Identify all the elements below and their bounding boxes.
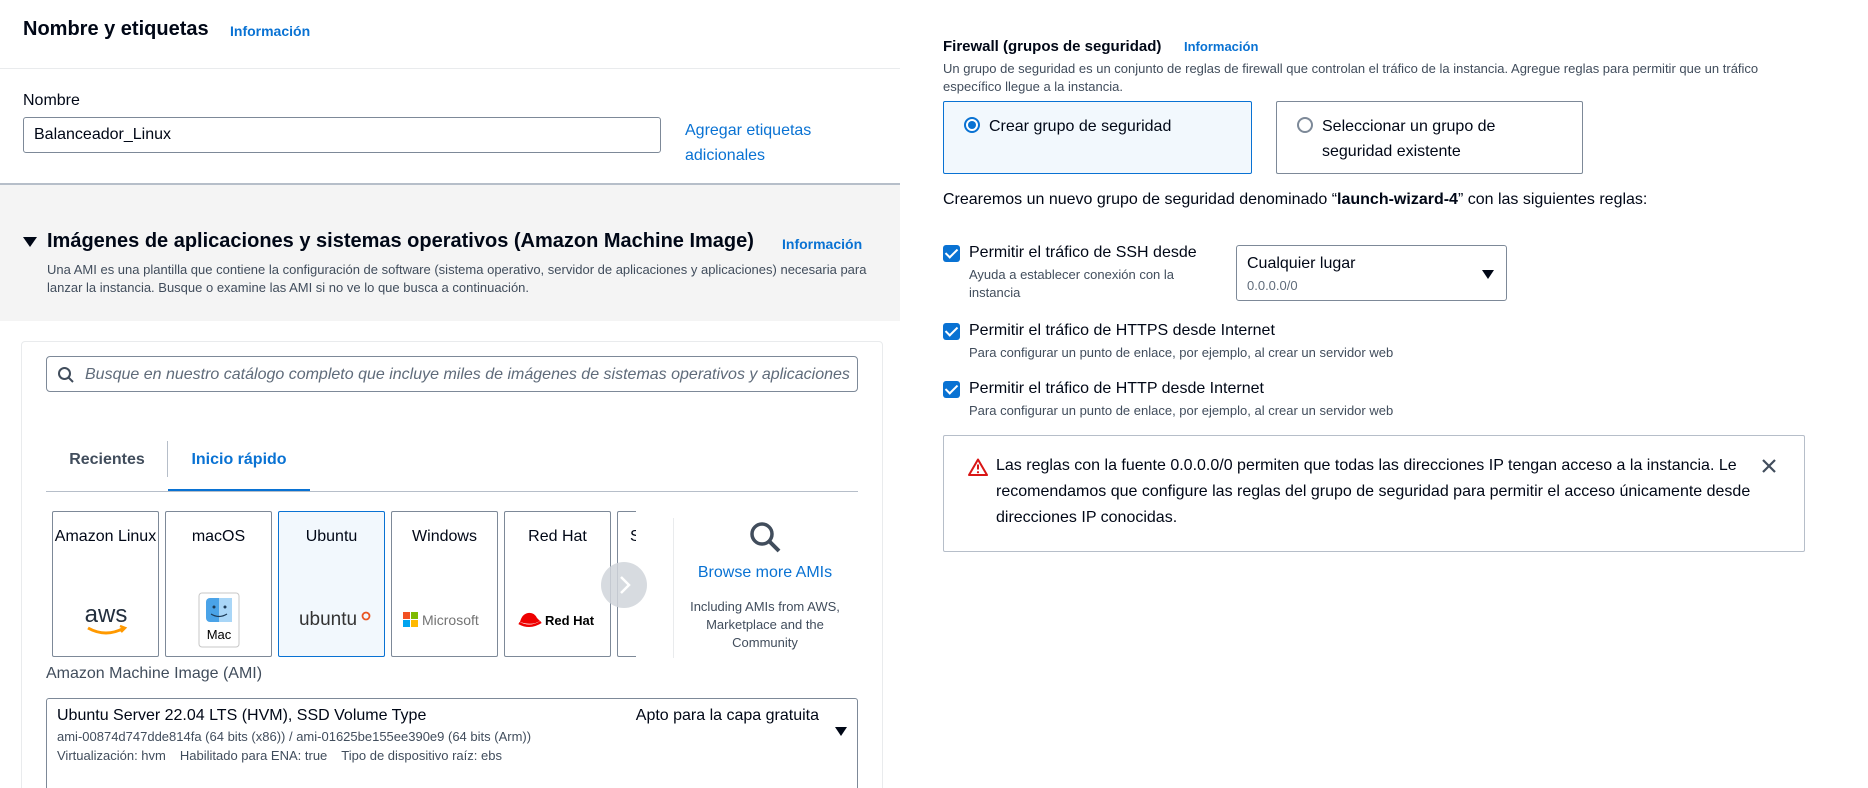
radio-unselected-icon xyxy=(1297,117,1313,133)
close-icon[interactable] xyxy=(1760,457,1778,475)
name-input[interactable] xyxy=(23,117,661,153)
firewall-info-link[interactable]: Información xyxy=(1184,39,1258,54)
ami-tile-amazon-linux[interactable]: Amazon Linux aws xyxy=(52,511,159,657)
ssh-rule-help: Ayuda a establecer conexión con la insta… xyxy=(969,267,1175,300)
https-rule-help: Para configurar un punto de enlace, por … xyxy=(969,345,1394,360)
ami-tile-label: Red Hat xyxy=(528,528,587,545)
ami-tile-label: Windows xyxy=(412,528,477,545)
radio-selected-icon xyxy=(964,117,980,133)
ami-info-link[interactable]: Información xyxy=(782,236,862,252)
ami-tile-windows[interactable]: Windows Microsoft xyxy=(391,511,498,657)
ami-section-title: Imágenes de aplicaciones y sistemas oper… xyxy=(47,230,754,252)
microsoft-logo: Microsoft xyxy=(392,590,497,650)
create-group-message: Crearemos un nuevo grupo de seguridad de… xyxy=(943,191,1648,208)
search-placeholder: Busque en nuestro catálogo completo que … xyxy=(85,366,850,383)
ami-tile-macos[interactable]: macOS Mac xyxy=(165,511,272,657)
ssh-source-value: Cualquier lugar xyxy=(1247,255,1356,272)
microsoft-logo-text: Microsoft xyxy=(422,612,479,628)
free-tier-label: Apto para la capa gratuita xyxy=(635,707,819,724)
ami-metadata: Virtualización: hvm Habilitado para ENA: … xyxy=(57,748,502,763)
ami-root-device: Tipo de dispositivo raíz: ebs xyxy=(341,748,502,763)
ubuntu-logo: ubuntu xyxy=(279,590,384,650)
firewall-description: Un grupo de seguridad es un conjunto de … xyxy=(943,61,1759,94)
ami-name: Ubuntu Server 22.04 LTS (HVM), SSD Volum… xyxy=(57,707,427,724)
ssh-source-cidr: 0.0.0.0/0 xyxy=(1247,278,1298,293)
redhat-logo-text: Red Hat xyxy=(545,613,595,628)
tiles-next-button[interactable] xyxy=(601,562,647,608)
search-icon xyxy=(58,367,74,383)
ssh-checkbox[interactable] xyxy=(943,245,960,262)
aws-logo: aws xyxy=(53,590,158,650)
ami-tile-ubuntu[interactable]: Ubuntu ubuntu xyxy=(278,511,385,657)
ami-tile-label: Ubuntu xyxy=(305,528,358,545)
right-panel: Firewall (grupos de seguridad) Informaci… xyxy=(900,0,1868,788)
mac-finder-icon: Mac xyxy=(166,590,271,650)
ssh-source-select[interactable]: Cualquier lugar 0.0.0.0/0 xyxy=(1236,245,1507,301)
collapse-caret-icon[interactable] xyxy=(23,237,37,247)
ssh-rule-label: Permitir el tráfico de SSH desde xyxy=(969,244,1197,261)
browse-more-description: Including AMIs from AWS, Marketplace and… xyxy=(690,599,840,650)
security-warning-alert: Las reglas con la fuente 0.0.0.0/0 permi… xyxy=(943,435,1805,552)
redhat-logo: Red Hat xyxy=(505,590,610,650)
ami-ids: ami-00874d747dde814fa (64 bits (x86)) / … xyxy=(57,729,532,744)
radio-existing-label: Seleccionar un grupo de seguridad existe… xyxy=(1322,118,1496,160)
ami-select[interactable]: Ubuntu Server 22.04 LTS (HVM), SSD Volum… xyxy=(46,698,858,788)
mac-logo-text: Mac xyxy=(206,627,231,642)
http-checkbox[interactable] xyxy=(943,381,960,398)
ami-tile-label: Amazon Linux xyxy=(54,528,157,545)
http-rule-help: Para configurar un punto de enlace, por … xyxy=(969,403,1394,418)
ami-ena: Habilitado para ENA: true xyxy=(179,748,328,763)
search-icon xyxy=(750,522,781,553)
ami-search-input[interactable]: Busque en nuestro catálogo completo que … xyxy=(46,356,858,392)
https-rule-label: Permitir el tráfico de HTTPS desde Inter… xyxy=(969,322,1275,339)
tiles-divider xyxy=(673,518,674,658)
ami-tile-label: macOS xyxy=(191,528,246,545)
http-rule-label: Permitir el tráfico de HTTP desde Intern… xyxy=(969,380,1264,397)
tab-recientes[interactable]: Recientes xyxy=(46,440,168,492)
tabs-underline xyxy=(46,491,858,492)
left-panel: Nombre y etiquetas Información Nombre Ag… xyxy=(0,0,900,788)
ami-virtualization: Virtualización: hvm xyxy=(57,748,166,763)
chevron-right-icon xyxy=(620,576,631,594)
name-label: Nombre xyxy=(23,92,80,109)
radio-select-existing-group[interactable]: Seleccionar un grupo de seguridad existe… xyxy=(1276,101,1583,174)
ami-tiles: Amazon Linux aws macOS Mac Ubuntu ubuntu… xyxy=(46,500,636,670)
name-info-link[interactable]: Información xyxy=(230,23,310,39)
add-tags-link[interactable]: Agregar etiquetas adicionales xyxy=(685,118,835,168)
security-group-name: launch-wizard-4 xyxy=(1337,191,1458,208)
ubuntu-logo-text: ubuntu xyxy=(298,609,356,630)
radio-create-label: Crear grupo de seguridad xyxy=(989,118,1172,135)
warning-message: Las reglas con la fuente 0.0.0.0/0 permi… xyxy=(996,457,1751,526)
ami-tile-label: S xyxy=(630,528,636,545)
name-section-title: Nombre y etiquetas xyxy=(23,18,209,40)
caret-down-icon xyxy=(835,727,847,736)
https-checkbox[interactable] xyxy=(943,323,960,340)
firewall-title: Firewall (grupos de seguridad) xyxy=(943,38,1162,55)
browse-more-amis-link[interactable]: Browse more AMIs xyxy=(690,564,840,582)
ami-tile-red-hat[interactable]: Red Hat Red Hat xyxy=(504,511,611,657)
caret-down-icon xyxy=(1482,270,1494,279)
aws-logo-text: aws xyxy=(84,601,127,628)
divider xyxy=(0,68,900,69)
ami-section-description: Una AMI es una plantilla que contiene la… xyxy=(47,262,867,295)
warning-icon xyxy=(968,458,988,476)
radio-create-security-group[interactable]: Crear grupo de seguridad xyxy=(943,101,1252,174)
tab-inicio-rapido[interactable]: Inicio rápido xyxy=(168,440,310,492)
ami-select-label: Amazon Machine Image (AMI) xyxy=(46,665,263,682)
